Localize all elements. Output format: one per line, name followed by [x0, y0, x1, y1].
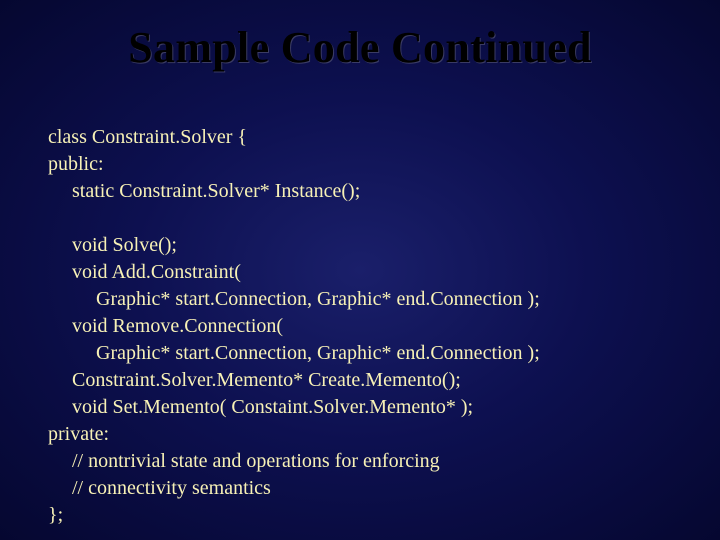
slide: Sample Code Continued class Constraint.S…	[0, 0, 720, 540]
code-line: static Constraint.Solver* Instance();	[48, 178, 360, 205]
code-line: void Remove.Connection(	[48, 313, 283, 340]
code-line: class Constraint.Solver {	[48, 126, 247, 148]
code-line: void Solve();	[48, 232, 177, 259]
code-line: // nontrivial state and operations for e…	[48, 448, 440, 475]
code-line: Graphic* start.Connection, Graphic* end.…	[48, 340, 540, 367]
code-line: private:	[48, 423, 109, 445]
code-line: // connectivity semantics	[48, 475, 271, 502]
code-line: Graphic* start.Connection, Graphic* end.…	[48, 286, 540, 313]
code-line: };	[48, 504, 63, 526]
code-line: void Add.Constraint(	[48, 259, 241, 286]
code-line: void Set.Memento( Constaint.Solver.Memen…	[48, 394, 473, 421]
code-block: class Constraint.Solver { public: static…	[48, 97, 672, 540]
code-line: Constraint.Solver.Memento* Create.Mement…	[48, 367, 461, 394]
code-line: public:	[48, 153, 104, 175]
slide-title: Sample Code Continued	[48, 22, 672, 73]
